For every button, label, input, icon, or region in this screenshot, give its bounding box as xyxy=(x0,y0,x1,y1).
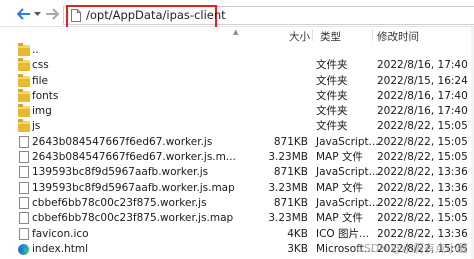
column-size[interactable]: 大小 xyxy=(289,29,310,44)
file-size: 3.23MB xyxy=(268,151,308,164)
file-name: 2643b084547667f6ed67.worker.js xyxy=(32,135,213,148)
file-row[interactable]: 2643b084547667f6ed67.worker.js 871KB Jav… xyxy=(0,135,474,150)
file-modified: 2022/8/22, 15:05 xyxy=(377,212,468,225)
file-name: .. xyxy=(32,44,39,56)
file-row-img[interactable]: img 文件夹 2022/8/16, 17:40 xyxy=(0,104,474,119)
file-type: 文件夹 xyxy=(316,59,348,72)
file-modified: 2022/8/16, 17:40 xyxy=(377,105,468,118)
file-icon xyxy=(19,166,29,179)
folder-icon xyxy=(18,73,30,87)
file-row-parent[interactable]: .. xyxy=(0,43,474,58)
back-button[interactable] xyxy=(16,6,32,22)
file-modified: 2022/8/22, 15:05 xyxy=(377,120,468,133)
file-row[interactable]: cbbef6bb78c00c23f875.worker.js 871KB Jav… xyxy=(0,196,474,211)
file-size: 871KB xyxy=(273,135,308,148)
file-type: MAP 文件 xyxy=(316,151,363,164)
file-modified: 2022/8/22, 13:36 xyxy=(377,181,468,194)
folder-icon xyxy=(18,119,30,133)
file-icon xyxy=(71,9,81,22)
file-row[interactable]: 2643b084547667f6ed67.worker.js.m... 3.23… xyxy=(0,150,474,165)
file-size: 3KB xyxy=(287,242,308,255)
folder-icon xyxy=(18,58,30,72)
folder-icon xyxy=(18,43,30,56)
file-name: 139593bc8f9d5967aafb.worker.js xyxy=(32,166,209,179)
file-type: JavaScript... xyxy=(316,166,379,179)
file-modified: 2022/8/22, 13:36 xyxy=(377,166,468,179)
column-modified[interactable]: 修改时间 xyxy=(377,29,419,44)
file-row[interactable]: 139593bc8f9d5967aafb.worker.js.map 3.23M… xyxy=(0,181,474,196)
file-type: JavaScript... xyxy=(316,135,379,148)
file-row-file[interactable]: file 文件夹 2022/8/15, 16:24 xyxy=(0,73,474,89)
arrow-left-icon xyxy=(17,8,30,20)
column-divider[interactable] xyxy=(312,29,313,41)
file-type: JavaScript... xyxy=(316,196,379,209)
file-name: cbbef6bb78c00c23f875.worker.js xyxy=(32,196,207,209)
edge-icon xyxy=(18,243,29,255)
column-divider[interactable] xyxy=(372,29,373,41)
file-type: 文件夹 xyxy=(316,120,348,133)
file-size: 4KB xyxy=(287,227,308,240)
file-icon xyxy=(19,196,29,209)
file-name: js xyxy=(32,120,41,133)
file-icon xyxy=(19,135,29,148)
file-row-css[interactable]: css 文件夹 2022/8/16, 17:40 xyxy=(0,58,474,73)
file-size: 3.23MB xyxy=(268,212,308,225)
chevron-down-icon xyxy=(33,11,41,16)
toolbar: /opt/AppData/ipas-client xyxy=(0,0,474,29)
file-icon xyxy=(19,181,29,194)
column-type[interactable]: 类型 xyxy=(320,29,341,44)
file-name: css xyxy=(32,59,49,72)
file-name: 139593bc8f9d5967aafb.worker.js.map xyxy=(32,181,235,194)
file-name: img xyxy=(32,105,52,118)
file-icon xyxy=(19,151,29,164)
file-list: .. css 文件夹 2022/8/16, 17:40 file 文件夹 202… xyxy=(0,43,474,257)
file-name: index.html xyxy=(32,242,88,255)
file-modified: 2022/8/22, 15:05 xyxy=(377,196,468,209)
file-row[interactable]: 139593bc8f9d5967aafb.worker.js 871KB Jav… xyxy=(0,165,474,180)
file-modified: 2022/8/22, 15:05 xyxy=(377,151,468,164)
file-icon xyxy=(19,227,29,240)
file-type: 文件夹 xyxy=(316,105,348,118)
file-modified: 2022/8/16, 17:40 xyxy=(377,89,468,102)
file-row-fonts[interactable]: fonts 文件夹 2022/8/16, 17:40 xyxy=(0,88,474,104)
file-size: 871KB xyxy=(273,166,308,179)
file-modified: 2022/8/22, 15:05 xyxy=(377,135,468,148)
sort-up-icon: ▲ xyxy=(233,28,239,36)
file-name: fonts xyxy=(32,89,59,102)
file-name: 2643b084547667f6ed67.worker.js.m... xyxy=(32,151,236,164)
address-path[interactable]: /opt/AppData/ipas-client xyxy=(86,8,226,22)
folder-icon xyxy=(18,104,30,118)
folder-icon xyxy=(18,88,30,102)
file-name: favicon.ico xyxy=(32,227,89,240)
file-name: cbbef6bb78c00c23f875.worker.js.map xyxy=(32,212,234,225)
file-type: 文件夹 xyxy=(316,74,348,87)
file-size: 3.23MB xyxy=(268,181,308,194)
history-dropdown-button[interactable] xyxy=(32,6,42,22)
file-row[interactable]: cbbef6bb78c00c23f875.worker.js.map 3.23M… xyxy=(0,211,474,226)
forward-button[interactable] xyxy=(44,6,60,22)
file-row-js[interactable]: js 文件夹 2022/8/22, 15:05 xyxy=(0,119,474,134)
file-size: 871KB xyxy=(273,196,308,209)
file-type: MAP 文件 xyxy=(316,181,363,194)
file-modified: 2022/8/16, 17:40 xyxy=(377,59,468,72)
file-name: file xyxy=(32,74,48,87)
arrow-right-icon xyxy=(46,8,59,20)
watermark: CSDN @小蔚有点小蘑 xyxy=(356,242,468,255)
file-type: 文件夹 xyxy=(316,89,348,102)
file-modified: 2022/8/15, 16:24 xyxy=(377,74,468,87)
file-icon xyxy=(19,212,29,225)
file-type: MAP 文件 xyxy=(316,212,363,225)
